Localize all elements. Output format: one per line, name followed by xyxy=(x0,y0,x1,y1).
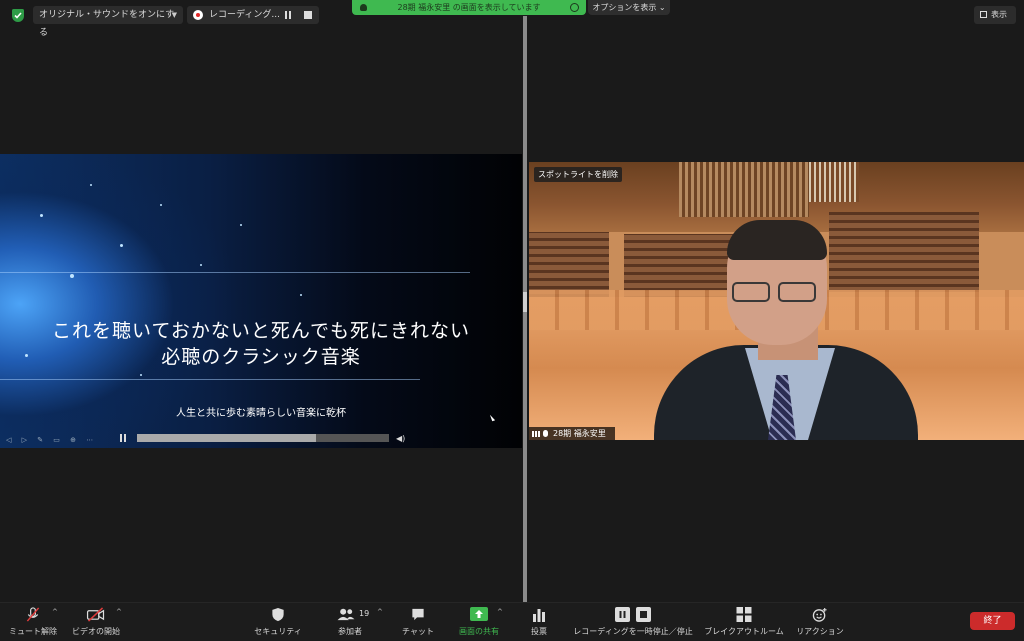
sparkle xyxy=(120,244,123,247)
viewing-share-banner: 28期 福永安里 の画面を表示しています xyxy=(352,0,586,15)
options-label: オプションを表示 xyxy=(592,3,657,12)
light-line xyxy=(0,379,420,380)
video-off-icon xyxy=(86,607,105,622)
top-bar: オリジナル・サウンドをオンにする ▼ レコーディング... 28期 福永安里 の… xyxy=(0,0,1024,38)
sparkle xyxy=(140,374,142,376)
meeting-toolbar xyxy=(0,602,1024,641)
stop-recording-icon[interactable] xyxy=(304,11,312,19)
shield-icon xyxy=(272,607,284,622)
chevron-up-icon[interactable]: ^ xyxy=(377,608,383,616)
chevron-up-icon[interactable]: ^ xyxy=(116,608,122,616)
share-screen-icon xyxy=(470,607,488,621)
divider-handle[interactable] xyxy=(523,292,527,312)
mic-muted-icon xyxy=(26,607,40,622)
end-meeting-button[interactable]: 終了 xyxy=(970,612,1015,630)
pause-icon[interactable] xyxy=(120,434,122,442)
hall-seats xyxy=(829,212,979,292)
start-video-label: ビデオの開始 xyxy=(72,627,120,636)
recording-indicator: レコーディング... xyxy=(187,6,319,24)
share-screen-label: 画面の共有 xyxy=(459,627,499,636)
chevron-up-icon[interactable]: ^ xyxy=(497,608,503,616)
sparkle xyxy=(160,204,162,206)
person-hair xyxy=(727,220,827,260)
breakout-icon xyxy=(736,607,752,622)
light-line xyxy=(0,272,470,273)
reactions-label: リアクション xyxy=(796,627,844,636)
recording-controls-label: レコーディングを一時停止／停止 xyxy=(573,627,693,636)
security-label: セキュリティ xyxy=(254,627,302,636)
volume-icon[interactable]: ◀) xyxy=(396,434,405,443)
sparkle xyxy=(70,274,74,278)
recording-label: レコーディング... xyxy=(209,10,280,20)
view-label: 表示 xyxy=(991,10,1007,19)
signal-strength-icon xyxy=(532,431,541,437)
chat-button[interactable]: チャット xyxy=(396,602,440,640)
recording-controls-button[interactable]: レコーディングを一時停止／停止 xyxy=(570,602,696,640)
original-sound-label: オリジナル・サウンドをオンにする xyxy=(39,10,175,38)
participants-button[interactable]: 参加者 xyxy=(330,602,370,640)
participant-name: 28期 福永安里 xyxy=(553,429,606,438)
progress-track[interactable] xyxy=(137,434,389,442)
media-player: ◀) xyxy=(116,431,408,445)
participants-label: 参加者 xyxy=(338,627,362,636)
pipe-organ xyxy=(679,162,809,217)
glasses-lens xyxy=(778,282,816,302)
chat-icon xyxy=(412,608,424,621)
mic-muted-icon xyxy=(543,430,548,437)
slide-title-line1: これを聴いておかないと死んでも死にきれない xyxy=(52,320,470,342)
chevron-up-icon[interactable]: ^ xyxy=(52,608,58,616)
view-layout-icon xyxy=(980,11,987,18)
participants-icon xyxy=(337,608,355,621)
reaction-icon xyxy=(812,607,827,622)
view-options-button[interactable]: オプションを表示 ⌄ xyxy=(588,0,670,15)
encryption-shield-icon[interactable] xyxy=(12,9,24,22)
breakout-rooms-button[interactable]: ブレイクアウトルーム xyxy=(702,602,786,640)
recording-controls-icon xyxy=(615,607,651,622)
unmute-label: ミュート解除 xyxy=(9,627,57,636)
organ-pipes xyxy=(809,162,859,202)
original-sound-button[interactable]: オリジナル・サウンドをオンにする ▼ xyxy=(33,6,183,38)
slide-tool-icons[interactable]: ◁ ▷ ✎ ▭ ⊕ ⋯ xyxy=(6,436,97,444)
sparkle xyxy=(300,294,302,296)
sparkle xyxy=(240,224,242,226)
glasses-lens xyxy=(732,282,770,302)
poll-button[interactable]: 投票 xyxy=(520,602,558,640)
chevron-down-icon: ⌄ xyxy=(658,3,666,12)
recording-dot-icon xyxy=(193,10,203,20)
chevron-down-icon[interactable]: ▼ xyxy=(172,6,177,24)
sparkle xyxy=(90,184,92,186)
shared-screen: これを聴いておかないと死んでも死にきれない 必聴のクラシック音楽 人生と共に歩む… xyxy=(0,154,522,448)
participant-count-badge: 19 xyxy=(359,609,370,618)
person-glasses xyxy=(732,282,820,304)
view-button[interactable]: 表示 xyxy=(974,6,1016,24)
slide-title-line2: 必聴のクラシック音楽 xyxy=(161,346,361,368)
status-circle-icon xyxy=(570,3,579,12)
breakout-rooms-label: ブレイクアウトルーム xyxy=(704,627,784,636)
progress-fill xyxy=(137,434,316,442)
pause-recording-icon[interactable] xyxy=(285,11,287,19)
share-banner-text: 28期 福永安里 の画面を表示しています xyxy=(397,3,541,12)
security-button[interactable]: セキュリティ xyxy=(248,602,308,640)
chat-label: チャット xyxy=(402,627,434,636)
sparkle xyxy=(200,264,202,266)
participant-name-tag: 28期 福永安里 xyxy=(529,427,615,440)
remove-spotlight-button[interactable]: スポットライトを削除 xyxy=(534,167,622,182)
sparkle xyxy=(40,214,43,217)
reactions-button[interactable]: リアクション xyxy=(794,602,846,640)
slide-subtitle: 人生と共に歩む素晴らしい音楽に乾杯 xyxy=(176,408,346,419)
poll-label: 投票 xyxy=(531,627,547,636)
poll-icon xyxy=(533,609,545,622)
